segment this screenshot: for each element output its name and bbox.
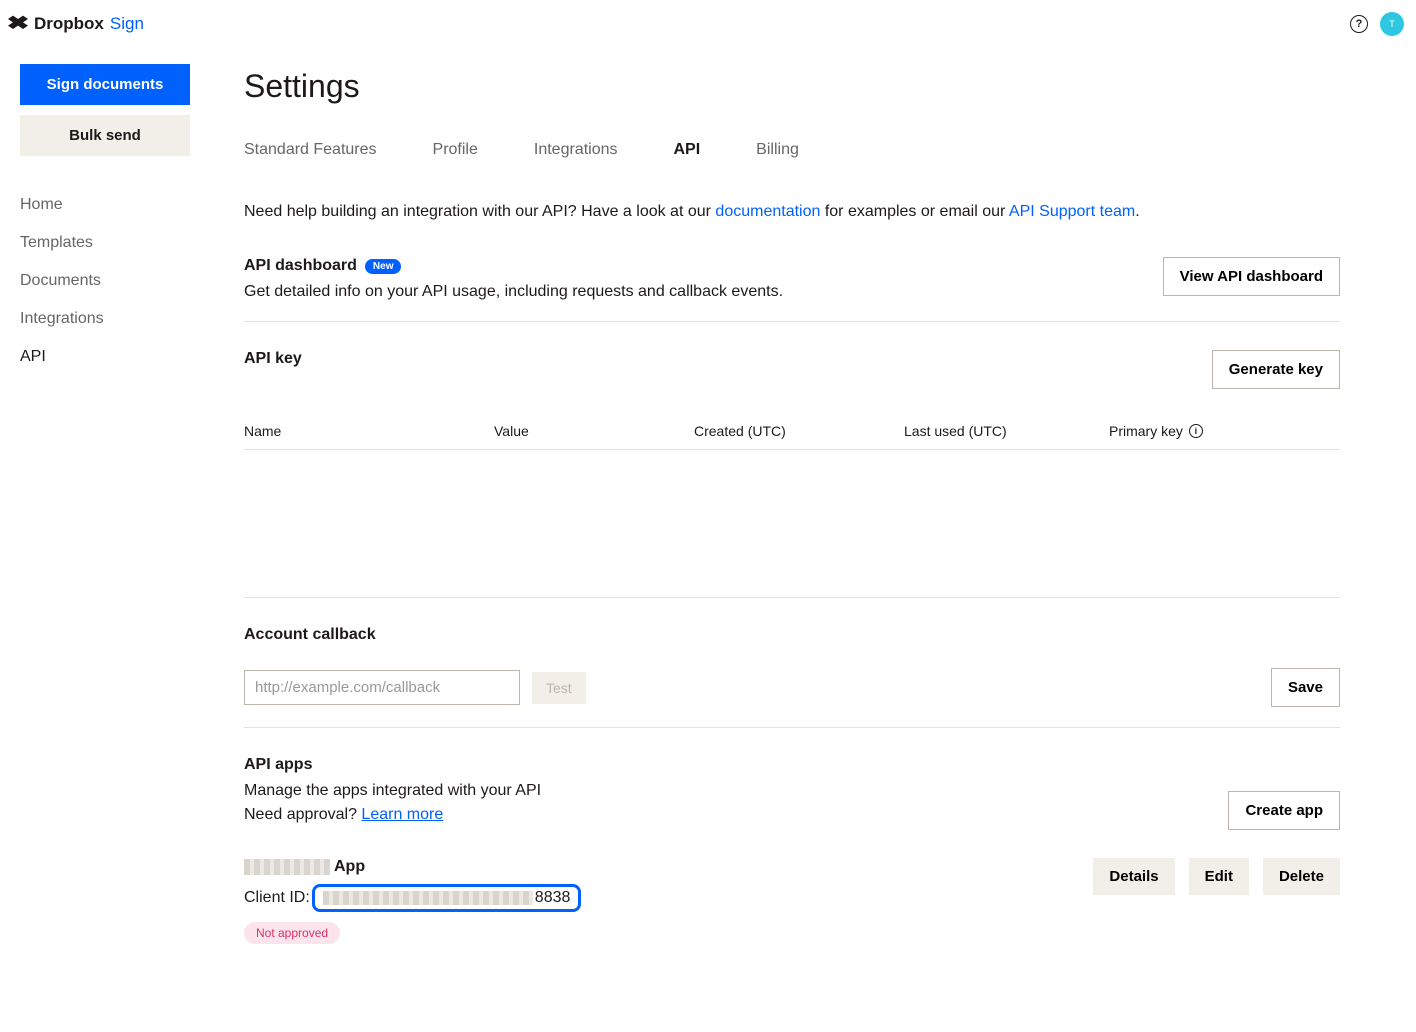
brand-logo-area[interactable]: Dropbox Sign xyxy=(8,14,144,34)
test-callback-button[interactable]: Test xyxy=(532,672,586,704)
approval-text: Need approval? Learn more xyxy=(244,806,541,824)
tab-billing[interactable]: Billing xyxy=(756,141,799,163)
page-title: Settings xyxy=(244,68,1340,105)
tab-api[interactable]: API xyxy=(674,141,701,163)
col-created: Created (UTC) xyxy=(694,423,904,439)
edit-button[interactable]: Edit xyxy=(1189,858,1249,895)
learn-more-link[interactable]: Learn more xyxy=(361,806,443,823)
help-text: Need help building an integration with o… xyxy=(244,203,1340,221)
tab-integrations[interactable]: Integrations xyxy=(534,141,618,163)
sidebar-item-integrations[interactable]: Integrations xyxy=(20,300,200,338)
sidebar-item-api[interactable]: API xyxy=(20,338,200,376)
dropbox-icon xyxy=(8,14,28,34)
new-badge: New xyxy=(365,259,402,274)
col-primary: Primary key i xyxy=(1109,423,1340,439)
sidebar-item-templates[interactable]: Templates xyxy=(20,224,200,262)
main-content: Settings Standard Features Profile Integ… xyxy=(220,48,1400,1032)
delete-button[interactable]: Delete xyxy=(1263,858,1340,895)
api-key-empty-area xyxy=(244,478,1340,598)
sign-documents-button[interactable]: Sign documents xyxy=(20,64,190,105)
app-name-suffix: App xyxy=(334,858,365,876)
status-badge: Not approved xyxy=(244,922,340,944)
tab-standard-features[interactable]: Standard Features xyxy=(244,141,377,163)
col-value: Value xyxy=(494,423,694,439)
callback-url-input[interactable] xyxy=(244,670,520,705)
sidebar-item-home[interactable]: Home xyxy=(20,186,200,224)
api-apps-title: API apps xyxy=(244,756,312,774)
api-key-table: Name Value Created (UTC) Last used (UTC)… xyxy=(244,413,1340,450)
info-icon[interactable]: i xyxy=(1189,424,1203,438)
client-id-value[interactable]: 8838 xyxy=(312,884,582,912)
api-apps-desc: Manage the apps integrated with your API xyxy=(244,782,541,800)
help-icon[interactable]: ? xyxy=(1350,15,1368,33)
bulk-send-button[interactable]: Bulk send xyxy=(20,115,190,156)
view-api-dashboard-button[interactable]: View API dashboard xyxy=(1163,257,1340,296)
documentation-link[interactable]: documentation xyxy=(715,203,820,220)
details-button[interactable]: Details xyxy=(1093,858,1174,895)
api-support-link[interactable]: API Support team xyxy=(1009,203,1135,220)
create-app-button[interactable]: Create app xyxy=(1228,791,1340,830)
sidebar-item-documents[interactable]: Documents xyxy=(20,262,200,300)
tabs: Standard Features Profile Integrations A… xyxy=(244,141,1340,163)
api-dashboard-title: API dashboard New xyxy=(244,257,401,275)
generate-key-button[interactable]: Generate key xyxy=(1212,350,1340,389)
client-id-suffix: 8838 xyxy=(535,889,571,907)
api-key-title: API key xyxy=(244,350,302,368)
redacted-app-name xyxy=(244,859,330,875)
avatar[interactable]: T xyxy=(1380,12,1404,36)
app-row: App Client ID: 8838 Not approved Details… xyxy=(244,858,1340,944)
sidebar: Sign documents Bulk send Home Templates … xyxy=(0,48,220,1032)
save-callback-button[interactable]: Save xyxy=(1271,668,1340,707)
tab-profile[interactable]: Profile xyxy=(433,141,478,163)
account-callback-title: Account callback xyxy=(244,626,376,644)
api-dashboard-desc: Get detailed info on your API usage, inc… xyxy=(244,283,1163,301)
brand-product: Sign xyxy=(110,14,144,34)
redacted-client-id xyxy=(323,891,533,905)
sidebar-nav: Home Templates Documents Integrations AP… xyxy=(20,186,200,376)
client-id-label: Client ID: xyxy=(244,889,310,907)
brand-name: Dropbox xyxy=(34,14,104,34)
col-lastused: Last used (UTC) xyxy=(904,423,1109,439)
col-name: Name xyxy=(244,423,494,439)
